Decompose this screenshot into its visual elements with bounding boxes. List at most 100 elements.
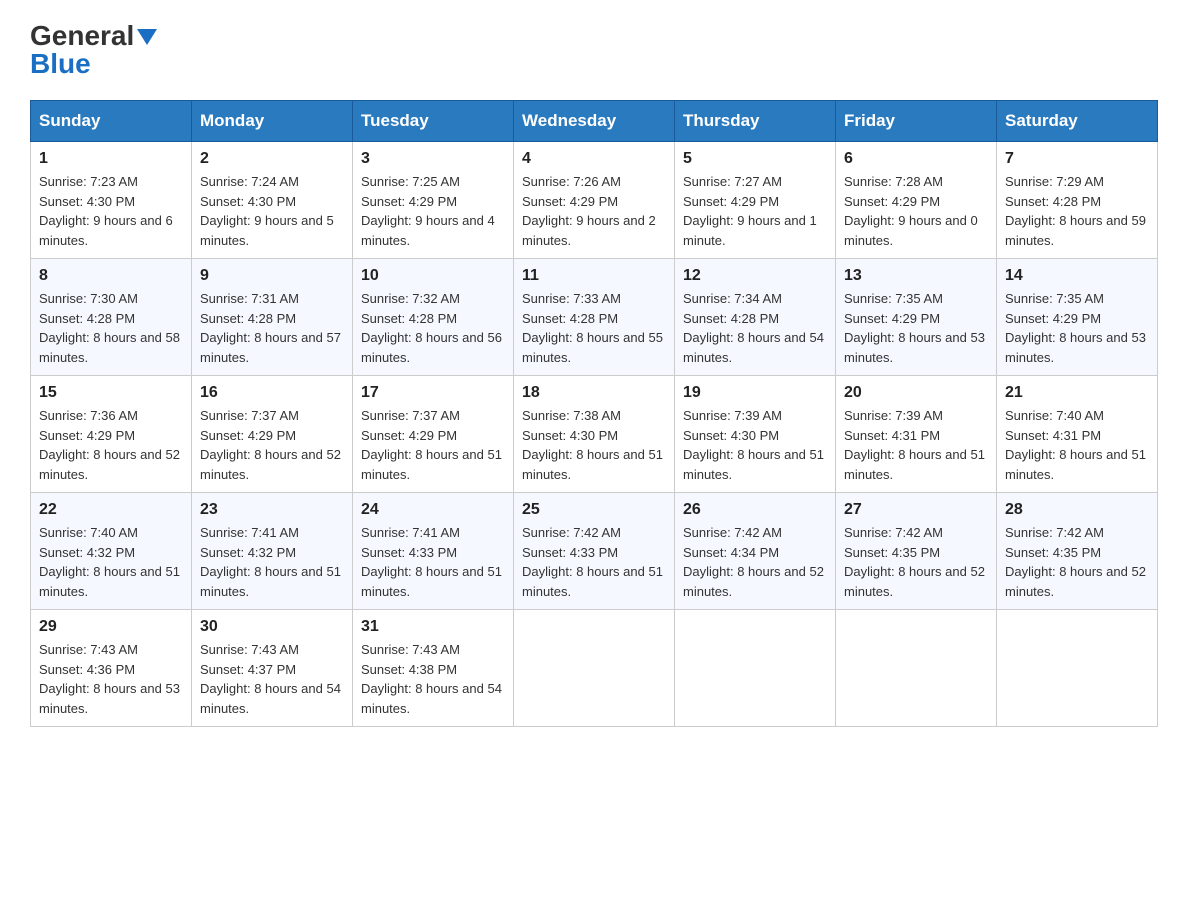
day-info: Sunrise: 7:37 AMSunset: 4:29 PMDaylight:…: [200, 408, 341, 482]
day-number: 13: [844, 267, 988, 285]
day-cell: 28 Sunrise: 7:42 AMSunset: 4:35 PMDaylig…: [997, 493, 1158, 610]
day-number: 31: [361, 618, 505, 636]
day-info: Sunrise: 7:41 AMSunset: 4:32 PMDaylight:…: [200, 525, 341, 599]
day-number: 6: [844, 150, 988, 168]
day-info: Sunrise: 7:36 AMSunset: 4:29 PMDaylight:…: [39, 408, 180, 482]
day-info: Sunrise: 7:40 AMSunset: 4:32 PMDaylight:…: [39, 525, 180, 599]
day-info: Sunrise: 7:25 AMSunset: 4:29 PMDaylight:…: [361, 174, 495, 248]
day-number: 3: [361, 150, 505, 168]
day-number: 17: [361, 384, 505, 402]
day-info: Sunrise: 7:28 AMSunset: 4:29 PMDaylight:…: [844, 174, 978, 248]
day-number: 15: [39, 384, 183, 402]
day-info: Sunrise: 7:35 AMSunset: 4:29 PMDaylight:…: [844, 291, 985, 365]
day-info: Sunrise: 7:29 AMSunset: 4:28 PMDaylight:…: [1005, 174, 1146, 248]
day-cell: 7 Sunrise: 7:29 AMSunset: 4:28 PMDayligh…: [997, 142, 1158, 259]
day-cell: 12 Sunrise: 7:34 AMSunset: 4:28 PMDaylig…: [675, 259, 836, 376]
day-info: Sunrise: 7:38 AMSunset: 4:30 PMDaylight:…: [522, 408, 663, 482]
day-cell: 31 Sunrise: 7:43 AMSunset: 4:38 PMDaylig…: [353, 610, 514, 727]
day-cell: 16 Sunrise: 7:37 AMSunset: 4:29 PMDaylig…: [192, 376, 353, 493]
day-info: Sunrise: 7:43 AMSunset: 4:38 PMDaylight:…: [361, 642, 502, 716]
week-row-5: 29 Sunrise: 7:43 AMSunset: 4:36 PMDaylig…: [31, 610, 1158, 727]
day-number: 14: [1005, 267, 1149, 285]
day-info: Sunrise: 7:40 AMSunset: 4:31 PMDaylight:…: [1005, 408, 1146, 482]
day-number: 23: [200, 501, 344, 519]
day-info: Sunrise: 7:34 AMSunset: 4:28 PMDaylight:…: [683, 291, 824, 365]
day-info: Sunrise: 7:24 AMSunset: 4:30 PMDaylight:…: [200, 174, 334, 248]
day-cell: 20 Sunrise: 7:39 AMSunset: 4:31 PMDaylig…: [836, 376, 997, 493]
logo-triangle-icon: [137, 29, 157, 45]
day-info: Sunrise: 7:35 AMSunset: 4:29 PMDaylight:…: [1005, 291, 1146, 365]
day-cell: 19 Sunrise: 7:39 AMSunset: 4:30 PMDaylig…: [675, 376, 836, 493]
header-cell-saturday: Saturday: [997, 101, 1158, 142]
day-cell: 6 Sunrise: 7:28 AMSunset: 4:29 PMDayligh…: [836, 142, 997, 259]
day-cell: 27 Sunrise: 7:42 AMSunset: 4:35 PMDaylig…: [836, 493, 997, 610]
day-number: 12: [683, 267, 827, 285]
day-cell: [514, 610, 675, 727]
header-cell-friday: Friday: [836, 101, 997, 142]
calendar-body: 1 Sunrise: 7:23 AMSunset: 4:30 PMDayligh…: [31, 142, 1158, 727]
day-cell: 24 Sunrise: 7:41 AMSunset: 4:33 PMDaylig…: [353, 493, 514, 610]
day-cell: [836, 610, 997, 727]
day-cell: 30 Sunrise: 7:43 AMSunset: 4:37 PMDaylig…: [192, 610, 353, 727]
week-row-2: 8 Sunrise: 7:30 AMSunset: 4:28 PMDayligh…: [31, 259, 1158, 376]
day-number: 16: [200, 384, 344, 402]
header-cell-sunday: Sunday: [31, 101, 192, 142]
day-info: Sunrise: 7:43 AMSunset: 4:37 PMDaylight:…: [200, 642, 341, 716]
logo: General Blue: [30, 20, 157, 80]
day-cell: 21 Sunrise: 7:40 AMSunset: 4:31 PMDaylig…: [997, 376, 1158, 493]
day-info: Sunrise: 7:33 AMSunset: 4:28 PMDaylight:…: [522, 291, 663, 365]
day-cell: 17 Sunrise: 7:37 AMSunset: 4:29 PMDaylig…: [353, 376, 514, 493]
week-row-4: 22 Sunrise: 7:40 AMSunset: 4:32 PMDaylig…: [31, 493, 1158, 610]
day-cell: 8 Sunrise: 7:30 AMSunset: 4:28 PMDayligh…: [31, 259, 192, 376]
day-number: 2: [200, 150, 344, 168]
day-info: Sunrise: 7:42 AMSunset: 4:35 PMDaylight:…: [1005, 525, 1146, 599]
day-number: 10: [361, 267, 505, 285]
day-info: Sunrise: 7:30 AMSunset: 4:28 PMDaylight:…: [39, 291, 180, 365]
day-number: 20: [844, 384, 988, 402]
day-info: Sunrise: 7:42 AMSunset: 4:34 PMDaylight:…: [683, 525, 824, 599]
week-row-3: 15 Sunrise: 7:36 AMSunset: 4:29 PMDaylig…: [31, 376, 1158, 493]
day-number: 30: [200, 618, 344, 636]
day-cell: 1 Sunrise: 7:23 AMSunset: 4:30 PMDayligh…: [31, 142, 192, 259]
header-cell-wednesday: Wednesday: [514, 101, 675, 142]
calendar-header: SundayMondayTuesdayWednesdayThursdayFrid…: [31, 101, 1158, 142]
header-cell-monday: Monday: [192, 101, 353, 142]
day-cell: [675, 610, 836, 727]
header-cell-tuesday: Tuesday: [353, 101, 514, 142]
day-cell: 23 Sunrise: 7:41 AMSunset: 4:32 PMDaylig…: [192, 493, 353, 610]
day-cell: 29 Sunrise: 7:43 AMSunset: 4:36 PMDaylig…: [31, 610, 192, 727]
day-info: Sunrise: 7:31 AMSunset: 4:28 PMDaylight:…: [200, 291, 341, 365]
day-number: 19: [683, 384, 827, 402]
day-cell: 22 Sunrise: 7:40 AMSunset: 4:32 PMDaylig…: [31, 493, 192, 610]
day-number: 26: [683, 501, 827, 519]
day-cell: 25 Sunrise: 7:42 AMSunset: 4:33 PMDaylig…: [514, 493, 675, 610]
day-number: 9: [200, 267, 344, 285]
day-cell: 10 Sunrise: 7:32 AMSunset: 4:28 PMDaylig…: [353, 259, 514, 376]
day-cell: 26 Sunrise: 7:42 AMSunset: 4:34 PMDaylig…: [675, 493, 836, 610]
week-row-1: 1 Sunrise: 7:23 AMSunset: 4:30 PMDayligh…: [31, 142, 1158, 259]
day-cell: 15 Sunrise: 7:36 AMSunset: 4:29 PMDaylig…: [31, 376, 192, 493]
logo-blue-text: Blue: [30, 48, 157, 80]
day-number: 11: [522, 267, 666, 285]
day-cell: 2 Sunrise: 7:24 AMSunset: 4:30 PMDayligh…: [192, 142, 353, 259]
day-info: Sunrise: 7:26 AMSunset: 4:29 PMDaylight:…: [522, 174, 656, 248]
day-cell: [997, 610, 1158, 727]
day-info: Sunrise: 7:42 AMSunset: 4:33 PMDaylight:…: [522, 525, 663, 599]
day-info: Sunrise: 7:27 AMSunset: 4:29 PMDaylight:…: [683, 174, 817, 248]
day-number: 29: [39, 618, 183, 636]
day-number: 28: [1005, 501, 1149, 519]
day-number: 4: [522, 150, 666, 168]
day-number: 8: [39, 267, 183, 285]
day-info: Sunrise: 7:41 AMSunset: 4:33 PMDaylight:…: [361, 525, 502, 599]
day-number: 25: [522, 501, 666, 519]
day-number: 7: [1005, 150, 1149, 168]
day-info: Sunrise: 7:32 AMSunset: 4:28 PMDaylight:…: [361, 291, 502, 365]
day-info: Sunrise: 7:23 AMSunset: 4:30 PMDaylight:…: [39, 174, 173, 248]
day-info: Sunrise: 7:37 AMSunset: 4:29 PMDaylight:…: [361, 408, 502, 482]
day-cell: 18 Sunrise: 7:38 AMSunset: 4:30 PMDaylig…: [514, 376, 675, 493]
day-number: 5: [683, 150, 827, 168]
day-cell: 5 Sunrise: 7:27 AMSunset: 4:29 PMDayligh…: [675, 142, 836, 259]
day-cell: 13 Sunrise: 7:35 AMSunset: 4:29 PMDaylig…: [836, 259, 997, 376]
day-cell: 9 Sunrise: 7:31 AMSunset: 4:28 PMDayligh…: [192, 259, 353, 376]
day-number: 27: [844, 501, 988, 519]
